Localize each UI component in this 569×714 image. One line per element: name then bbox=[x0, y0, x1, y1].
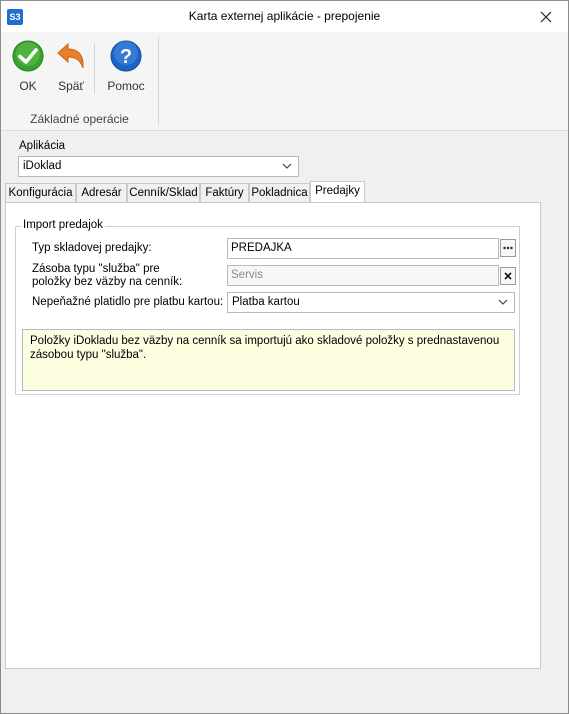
card-payment-select[interactable]: Platba kartou bbox=[227, 292, 515, 313]
close-button[interactable] bbox=[524, 1, 568, 32]
tab-adresar[interactable]: Adresár bbox=[76, 183, 127, 202]
close-icon bbox=[540, 11, 552, 22]
tab-cennik-sklad[interactable]: Cenník/Sklad bbox=[127, 183, 200, 202]
ribbon-group-label: Základné operácie bbox=[30, 112, 129, 126]
service-stock-input[interactable]: Servis bbox=[227, 265, 499, 286]
undo-arrow-icon bbox=[57, 42, 84, 69]
back-label: Späť bbox=[58, 79, 84, 93]
card-payment-value: Platba kartou bbox=[232, 296, 300, 308]
service-stock-label-line1: Zásoba typu "služba" pre bbox=[32, 263, 160, 275]
check-circle-icon bbox=[12, 40, 44, 72]
ellipsis-icon bbox=[503, 246, 513, 250]
clear-x-icon bbox=[504, 272, 512, 280]
ok-button[interactable]: OK bbox=[11, 40, 45, 93]
ribbon-group-separator bbox=[158, 37, 159, 125]
ribbon-toolbar: OK Späť ? Pomoc Základné operácie bbox=[1, 32, 568, 131]
dialog-window: S3 Karta externej aplikácie - prepojenie… bbox=[0, 0, 569, 714]
import-section-legend: Import predajok bbox=[21, 219, 105, 231]
help-button[interactable]: ? Pomoc bbox=[104, 40, 148, 93]
sale-type-label: Typ skladovej predajky: bbox=[32, 242, 152, 254]
ok-label: OK bbox=[19, 79, 37, 93]
info-note: Položky iDokladu bez väzby na cenník sa … bbox=[22, 329, 515, 391]
svg-text:?: ? bbox=[120, 46, 132, 68]
app-select[interactable]: iDoklad bbox=[18, 156, 299, 177]
sale-type-browse-button[interactable] bbox=[500, 239, 516, 257]
service-stock-clear-button[interactable] bbox=[500, 267, 516, 285]
service-stock-label: Zásoba typu "služba" pre položky bez väz… bbox=[32, 263, 182, 289]
ribbon-separator bbox=[94, 44, 95, 94]
title-bar: S3 Karta externej aplikácie - prepojenie bbox=[1, 1, 568, 32]
help-label: Pomoc bbox=[107, 79, 145, 93]
service-stock-placeholder: Servis bbox=[231, 269, 263, 281]
card-payment-label: Nepeňažné platidlo pre platbu kartou: bbox=[32, 296, 224, 308]
sale-type-value: PREDAJKA bbox=[231, 242, 292, 254]
tab-konfiguracia[interactable]: Konfigurácia bbox=[5, 183, 76, 202]
help-icon: ? bbox=[110, 40, 142, 72]
back-button[interactable]: Späť bbox=[54, 40, 88, 93]
window-title: Karta externej aplikácie - prepojenie bbox=[188, 9, 381, 23]
tab-predajky[interactable]: Predajky bbox=[310, 181, 365, 203]
chevron-down-icon bbox=[498, 299, 508, 305]
chevron-down-icon bbox=[282, 163, 292, 169]
tab-faktury[interactable]: Faktúry bbox=[200, 183, 249, 202]
service-stock-label-line2: položky bez väzby na cenník: bbox=[32, 276, 183, 288]
app-field-label: Aplikácia bbox=[19, 140, 66, 152]
app-select-value: iDoklad bbox=[23, 160, 62, 172]
sale-type-input[interactable]: PREDAJKA bbox=[227, 238, 499, 259]
tab-pokladnica[interactable]: Pokladnica bbox=[249, 183, 310, 202]
